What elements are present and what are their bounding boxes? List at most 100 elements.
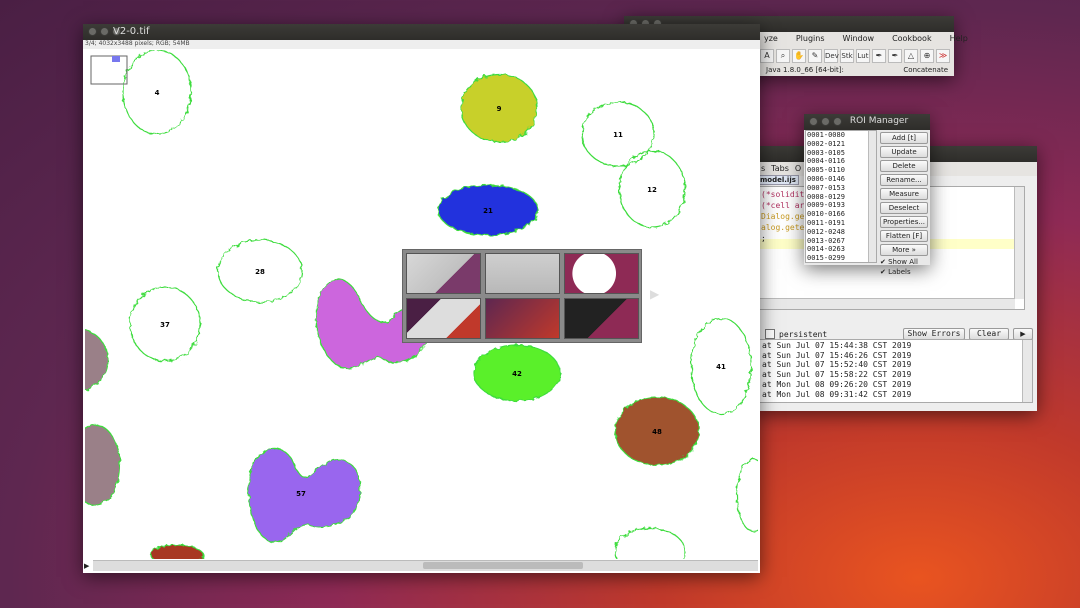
roi-list-item[interactable]: 0001-0080 bbox=[807, 131, 876, 140]
deselect-button[interactable]: Deselect bbox=[880, 202, 928, 214]
update-button[interactable]: Update bbox=[880, 146, 928, 158]
measure-button[interactable]: Measure bbox=[880, 188, 928, 200]
cell-label: 4 bbox=[155, 89, 160, 97]
switcher-thumb[interactable] bbox=[564, 253, 639, 294]
menu-analyze[interactable]: yze bbox=[764, 34, 778, 45]
menu-tabs[interactable]: Tabs bbox=[771, 164, 789, 174]
roi-list-item[interactable]: 0012-0248 bbox=[807, 228, 876, 237]
properties-button[interactable]: Properties... bbox=[880, 216, 928, 228]
cell-label: 11 bbox=[613, 131, 623, 139]
concatenate-text: Concatenate bbox=[903, 66, 948, 74]
roi-list-item[interactable]: 0014-0263 bbox=[807, 245, 876, 254]
menu-cookbook[interactable]: Cookbook bbox=[892, 34, 932, 45]
java-version-text: Java 1.8.0_66 [64-bit]: bbox=[766, 66, 844, 74]
persistent-checkbox[interactable] bbox=[765, 329, 775, 339]
roi-titlebar[interactable]: ROI Manager bbox=[804, 114, 930, 130]
roi-list-item[interactable]: 0015-0299 bbox=[807, 254, 876, 263]
log-scrollbar[interactable] bbox=[1022, 340, 1032, 402]
switcher-thumb[interactable] bbox=[406, 298, 481, 339]
zoom-tool-icon[interactable]: ⌕ bbox=[776, 49, 790, 63]
switcher-thumb[interactable] bbox=[406, 253, 481, 294]
dev-tool-icon[interactable]: Dev bbox=[824, 49, 839, 63]
roi-list-item[interactable]: 0006-0146 bbox=[807, 175, 876, 184]
log-line: at Mon Jul 08 09:31:42 CST 2019 bbox=[762, 389, 912, 399]
labels-checkbox-icon[interactable]: ✔ bbox=[880, 268, 886, 276]
play-icon[interactable]: ▶ bbox=[84, 562, 89, 570]
cell-roi[interactable] bbox=[85, 424, 121, 506]
cell-label: 28 bbox=[255, 268, 265, 276]
text-tool-icon[interactable]: A bbox=[760, 49, 774, 63]
cell-label: 9 bbox=[497, 105, 502, 113]
lut-tool-icon[interactable]: Lut bbox=[856, 49, 870, 63]
more-button[interactable]: More » bbox=[880, 244, 928, 256]
flatten-button[interactable]: Flatten [F] bbox=[880, 230, 928, 242]
switcher-thumb[interactable] bbox=[485, 253, 560, 294]
persistent-label: persistent bbox=[779, 329, 828, 339]
menu-s[interactable]: s bbox=[761, 164, 765, 174]
show-all-checkbox-icon[interactable]: ✔ bbox=[880, 258, 886, 266]
log-line: at Sun Jul 07 15:46:26 CST 2019 bbox=[762, 350, 912, 360]
show-all-row[interactable]: ✔ Show All bbox=[880, 258, 928, 266]
log-line: at Mon Jul 08 09:26:20 CST 2019 bbox=[762, 379, 912, 389]
overview-viewport bbox=[112, 56, 120, 62]
add-button[interactable]: Add [t] bbox=[880, 132, 928, 144]
roi-list-item[interactable]: 0007-0153 bbox=[807, 184, 876, 193]
roi-buttons: Add [t] Update Delete Rename... Measure … bbox=[880, 130, 928, 276]
flood-tool-icon[interactable]: △ bbox=[904, 49, 918, 63]
pencil-tool-icon[interactable]: ✒ bbox=[872, 49, 886, 63]
cell-label: 21 bbox=[483, 207, 493, 215]
cell-label: 41 bbox=[716, 363, 726, 371]
roi-list-item[interactable]: 0005-0110 bbox=[807, 166, 876, 175]
cell-roi[interactable] bbox=[736, 458, 758, 532]
minimize-icon[interactable] bbox=[100, 27, 109, 36]
image-title: V2-0.tif bbox=[113, 26, 150, 37]
cell-roi[interactable] bbox=[150, 544, 204, 559]
roi-list-item[interactable]: 0003-0105 bbox=[807, 149, 876, 158]
roi-list[interactable]: 0001-0080 0002-0121 0003-0105 0004-0116 0005… bbox=[805, 130, 877, 263]
stk-tool-icon[interactable]: Stk bbox=[840, 49, 854, 63]
roi-list-item[interactable]: 0010-0166 bbox=[807, 210, 876, 219]
more-tools-icon[interactable]: ≫ bbox=[936, 49, 950, 63]
cell-roi[interactable] bbox=[85, 329, 109, 391]
image-titlebar[interactable]: V2-0.tif bbox=[83, 24, 760, 40]
roi-list-item[interactable]: 0002-0121 bbox=[807, 140, 876, 149]
close-icon[interactable] bbox=[88, 27, 97, 36]
menu-window[interactable]: Window bbox=[843, 34, 875, 45]
overview-navigator[interactable] bbox=[90, 55, 128, 85]
labels-row[interactable]: ✔ Labels bbox=[880, 268, 928, 276]
roi-list-item[interactable]: 0011-0191 bbox=[807, 219, 876, 228]
code-scrollbar-v[interactable] bbox=[1014, 187, 1024, 299]
roi-list-item[interactable]: 0013-0267 bbox=[807, 237, 876, 246]
log-line: at Sun Jul 07 15:58:22 CST 2019 bbox=[762, 370, 912, 380]
roi-list-scrollbar[interactable] bbox=[868, 131, 876, 262]
roi-list-item[interactable]: 0004-0116 bbox=[807, 157, 876, 166]
delete-button[interactable]: Delete bbox=[880, 160, 928, 172]
image-info: 3/4; 4032x3488 pixels; RGB; 54MB bbox=[83, 40, 760, 49]
dropper-tool-icon[interactable]: ✎ bbox=[808, 49, 822, 63]
menu-help[interactable]: Help bbox=[950, 34, 968, 45]
labels-label: Labels bbox=[888, 268, 911, 276]
switcher-thumb[interactable] bbox=[564, 298, 639, 339]
hand-tool-icon[interactable]: ✋ bbox=[792, 49, 806, 63]
code-scrollbar-h[interactable] bbox=[758, 298, 1015, 309]
menu-o[interactable]: O bbox=[795, 164, 801, 174]
magnifier-tool-icon[interactable]: ⊕ bbox=[920, 49, 934, 63]
cell-label: 12 bbox=[647, 186, 657, 194]
menu-plugins[interactable]: Plugins bbox=[796, 34, 825, 45]
cell-label: 48 bbox=[652, 428, 662, 436]
cell-label: 42 bbox=[512, 370, 522, 378]
rename-button[interactable]: Rename... bbox=[880, 174, 928, 186]
brush-tool-icon[interactable]: ✒ bbox=[888, 49, 902, 63]
cell-roi[interactable] bbox=[614, 527, 686, 559]
roi-list-item[interactable]: 0008-0129 bbox=[807, 193, 876, 202]
switcher-next-icon[interactable]: ▶ bbox=[650, 287, 659, 301]
roi-list-item[interactable]: 0009-0193 bbox=[807, 201, 876, 210]
log-area: at Sun Jul 07 15:44:38 CST 2019 at Sun J… bbox=[757, 339, 1033, 403]
image-scrollbar-h[interactable] bbox=[93, 560, 758, 571]
roi-manager-window: ROI Manager 0001-0080 0002-0121 0003-0105 0… bbox=[804, 114, 930, 276]
cell-label: 57 bbox=[296, 490, 306, 498]
editor-tab[interactable]: model.ijs bbox=[757, 175, 799, 185]
switcher-thumb[interactable] bbox=[485, 298, 560, 339]
log-line: at Sun Jul 07 15:44:38 CST 2019 bbox=[762, 341, 912, 350]
image-scrollbar-thumb[interactable] bbox=[423, 562, 583, 569]
